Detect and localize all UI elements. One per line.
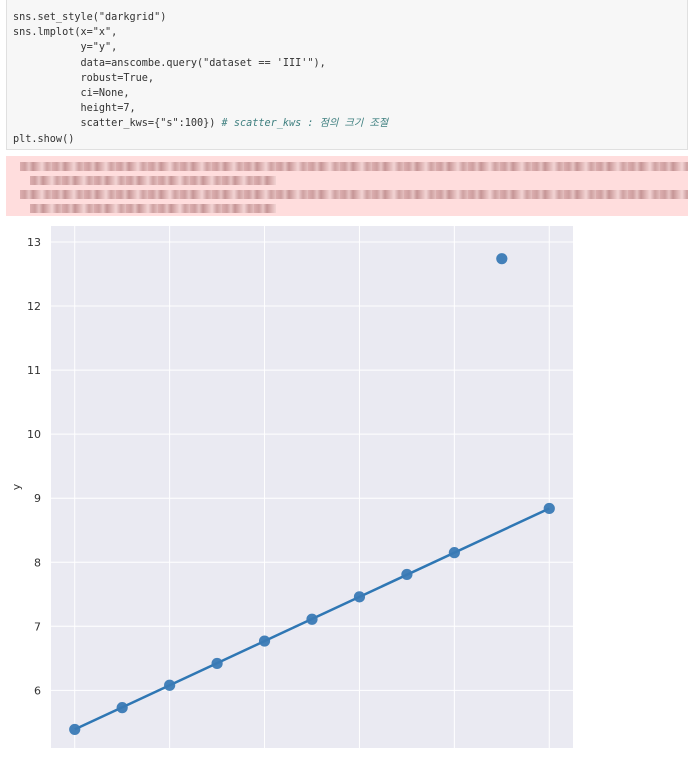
code-comment: # scatter_kws : 점의 크기 조절 xyxy=(221,118,389,130)
y-tick-label: 6 xyxy=(34,684,41,697)
data-point xyxy=(116,702,128,714)
y-tick-labels: 6 7 8 9 10 11 12 13 xyxy=(27,236,41,697)
code-line-1: sns.set_style("darkgrid") xyxy=(13,12,167,23)
plot-output: 6 7 8 9 10 11 12 13 y xyxy=(0,216,688,759)
y-tick-label: 7 xyxy=(34,620,41,633)
data-point xyxy=(543,502,555,515)
code-line-2: sns.lmplot(x="x", xyxy=(13,27,118,39)
data-point xyxy=(211,657,223,670)
data-point xyxy=(353,591,366,603)
y-tick-label: 13 xyxy=(27,236,41,249)
code-line-3: y="y", xyxy=(80,42,118,54)
code-block[interactable]: sns.set_style("darkgrid") sns.lmplot(x="… xyxy=(7,0,687,147)
data-point xyxy=(164,679,176,691)
y-tick-label: 12 xyxy=(27,300,41,313)
code-line-8: scatter_kws={"s":100}) # scatter_kws : 점… xyxy=(80,118,389,130)
blurred-warning-line xyxy=(20,190,688,199)
code-line-4: data=anscombe.query("dataset == 'III'"), xyxy=(80,57,326,69)
data-point xyxy=(496,253,508,265)
data-point xyxy=(448,547,460,559)
blurred-warning-line xyxy=(20,162,688,171)
code-cell[interactable]: sns.set_style("darkgrid") sns.lmplot(x="… xyxy=(6,0,688,150)
data-point xyxy=(401,568,413,581)
code-line-5: robust=True, xyxy=(80,72,155,84)
code-line-6: ci=None, xyxy=(80,88,130,100)
blurred-warning-line xyxy=(30,204,276,213)
y-tick-label: 11 xyxy=(27,364,41,377)
code-line-7: height=7, xyxy=(80,103,136,115)
data-point xyxy=(258,635,271,647)
data-point xyxy=(69,723,81,736)
y-axis-label: y xyxy=(10,483,23,490)
y-tick-label: 9 xyxy=(34,492,41,505)
plot-background xyxy=(51,226,573,748)
data-point xyxy=(306,613,318,625)
y-tick-label: 8 xyxy=(34,556,41,569)
blurred-warning-line xyxy=(30,176,276,185)
code-line-9: plt.show() xyxy=(13,133,75,145)
y-tick-label: 10 xyxy=(27,428,41,441)
scatter-chart: 6 7 8 9 10 11 12 13 y xyxy=(10,226,573,748)
stderr-output-blurred xyxy=(6,156,688,216)
